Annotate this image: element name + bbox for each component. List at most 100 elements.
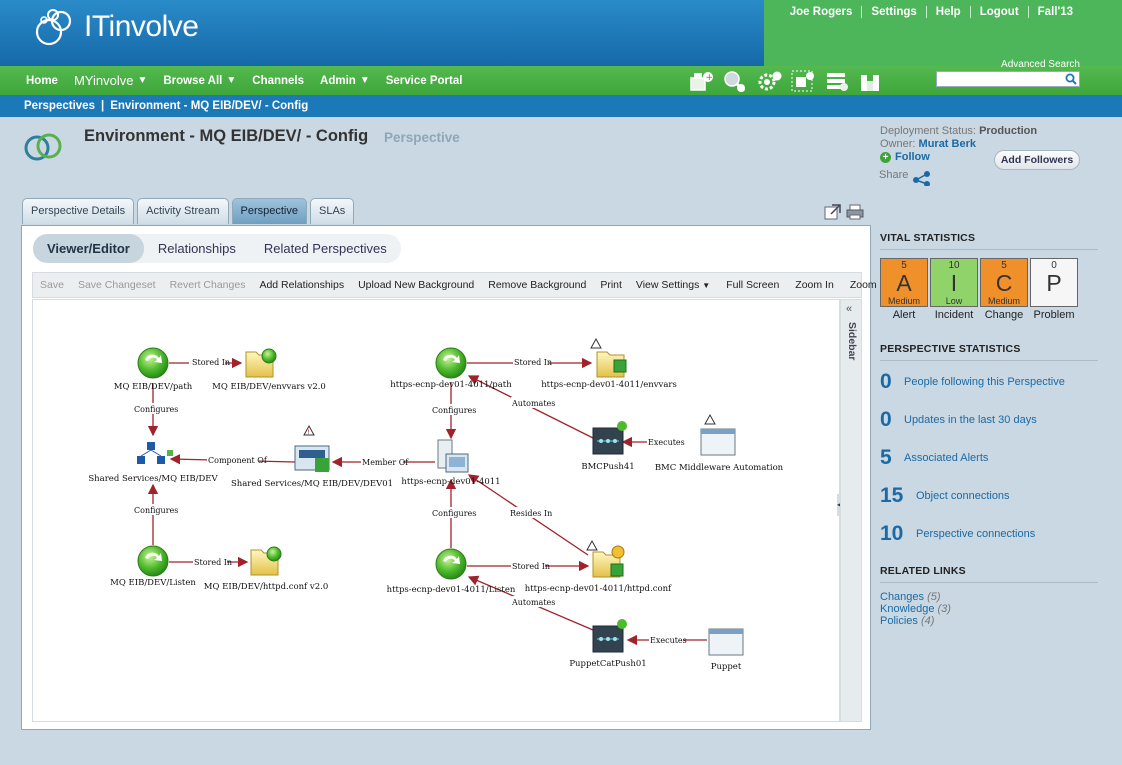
- node-bmc-push[interactable]: BMCPush41: [581, 421, 635, 472]
- help-link[interactable]: Help: [925, 6, 970, 18]
- owner-link[interactable]: Murat Berk: [919, 138, 976, 150]
- add-object-icon[interactable]: +: [688, 68, 714, 93]
- search-input[interactable]: [937, 72, 1061, 86]
- add-followers-button[interactable]: Add Followers: [994, 150, 1080, 170]
- diagram-sidebar-toggle[interactable]: « Sidebar: [840, 299, 862, 722]
- stat-row[interactable]: 10 Perspective connections: [880, 515, 1098, 553]
- vital-letter: A: [896, 270, 912, 296]
- related-link-changes[interactable]: Changes (5): [880, 591, 1098, 603]
- subtab-related-perspectives[interactable]: Related Perspectives: [250, 234, 401, 263]
- node-https-listen[interactable]: https-ecnp-dev01-4011/Listen: [387, 548, 516, 595]
- node-https-envvars[interactable]: https-ecnp-dev01-4011/envvars: [541, 337, 677, 390]
- stat-row[interactable]: 15 Object connections: [880, 477, 1098, 515]
- stat-link[interactable]: People following this Perspective: [904, 376, 1065, 388]
- advanced-search-link[interactable]: Advanced Search: [936, 59, 1080, 70]
- search-icon[interactable]: [1065, 73, 1077, 88]
- add-process-icon[interactable]: [824, 68, 850, 93]
- job-icon: [592, 619, 627, 653]
- nav-admin[interactable]: Admin ▼: [312, 75, 378, 87]
- viewer-subtabs: Viewer/Editor Relationships Related Pers…: [33, 234, 401, 263]
- follow-link[interactable]: + Follow: [880, 151, 930, 163]
- stat-link[interactable]: Associated Alerts: [904, 452, 988, 464]
- upload-background-button[interactable]: Upload New Background: [351, 279, 481, 291]
- vital-incident[interactable]: 10 I Low Incident: [930, 258, 978, 321]
- perspective-icon: [22, 126, 64, 171]
- tab-perspective-details[interactable]: Perspective Details: [22, 198, 135, 224]
- search-objects-icon[interactable]: [722, 68, 748, 93]
- full-screen-button[interactable]: Full Screen: [719, 279, 786, 291]
- nav-service-portal[interactable]: Service Portal: [378, 75, 471, 87]
- breadcrumb-separator: |: [100, 100, 105, 112]
- stat-row[interactable]: 0 People following this Perspective: [880, 363, 1098, 401]
- related-link-policies[interactable]: Policies (4): [880, 615, 1098, 627]
- node-mq-listen[interactable]: MQ EIB/DEV/Listen: [110, 545, 196, 588]
- stat-number: 5: [880, 446, 892, 469]
- related-link-count: (4): [920, 615, 935, 627]
- vital-statistics: 5 A Medium Alert 10 I Low Incident 5 C M…: [880, 258, 1098, 321]
- stat-link[interactable]: Updates in the last 30 days: [904, 414, 1037, 426]
- server-group-icon: !: [294, 424, 330, 472]
- vital-alert[interactable]: 5 A Medium Alert: [880, 258, 928, 321]
- stat-link[interactable]: Object connections: [916, 490, 1010, 502]
- stat-row[interactable]: 0 Updates in the last 30 days: [880, 401, 1098, 439]
- view-settings-dropdown[interactable]: View Settings ▼: [629, 279, 717, 291]
- config-item-icon: [137, 545, 169, 577]
- subtab-relationships[interactable]: Relationships: [144, 234, 250, 263]
- node-mq-path[interactable]: MQ EIB/DEV/path: [114, 347, 193, 392]
- subtab-viewer-editor[interactable]: Viewer/Editor: [33, 234, 144, 263]
- node-label: MQ EIB/DEV/envvars v2.0: [212, 382, 326, 392]
- node-mq-httpd[interactable]: MQ EIB/DEV/httpd.conf v2.0: [204, 546, 328, 592]
- editor-toolbar: Save Save Changeset Revert Changes Add R…: [32, 272, 897, 298]
- tab-slas[interactable]: SLAs: [310, 198, 355, 224]
- stat-row[interactable]: 5 Associated Alerts: [880, 439, 1098, 477]
- settings-link[interactable]: Settings: [861, 6, 925, 18]
- deployment-label: Deployment Status:: [880, 125, 976, 137]
- node-https-server[interactable]: https-ecnp-dev01-4011: [401, 439, 501, 487]
- save-changeset-button[interactable]: Save Changeset: [71, 279, 163, 291]
- node-puppet[interactable]: Puppet: [708, 628, 744, 672]
- release-link[interactable]: Fall'13: [1027, 6, 1082, 18]
- stat-link[interactable]: Perspective connections: [916, 528, 1035, 540]
- add-config-icon[interactable]: [756, 68, 782, 93]
- vital-problem[interactable]: 0 P Problem: [1030, 258, 1078, 321]
- config-item-icon: [137, 347, 169, 379]
- nav-browse-all[interactable]: Browse All ▼: [155, 75, 244, 87]
- node-puppet-push[interactable]: PuppetCatPush01: [569, 619, 647, 669]
- revert-changes-button[interactable]: Revert Changes: [163, 279, 253, 291]
- breadcrumb: Perspectives | Environment - MQ EIB/DEV/…: [0, 95, 1122, 117]
- node-shared-services[interactable]: Shared Services/MQ EIB/DEV: [88, 442, 218, 484]
- add-facility-icon[interactable]: [858, 68, 884, 93]
- tab-perspective[interactable]: Perspective: [231, 198, 307, 224]
- vital-tile: 10 I Low: [930, 258, 978, 307]
- logout-link[interactable]: Logout: [969, 6, 1028, 18]
- nav-channels[interactable]: Channels: [244, 75, 312, 87]
- app-logo[interactable]: ITinvolve: [32, 4, 199, 50]
- export-icon[interactable]: [824, 204, 842, 223]
- save-button[interactable]: Save: [33, 279, 71, 291]
- diagram-canvas[interactable]: Stored In Configures Component Of Member…: [32, 299, 840, 722]
- tab-activity-stream[interactable]: Activity Stream: [137, 198, 229, 224]
- perspective-tabs: Perspective Details Activity Stream Pers…: [22, 198, 355, 224]
- add-relationship-icon[interactable]: [790, 68, 816, 93]
- print-button[interactable]: Print: [593, 279, 629, 291]
- share-icon: [913, 171, 931, 186]
- node-https-path[interactable]: https-ecnp-dev01-4011/path: [390, 347, 512, 390]
- node-mq-envvars[interactable]: MQ EIB/DEV/envvars v2.0: [212, 348, 326, 392]
- nav-home[interactable]: Home: [18, 75, 66, 87]
- user-name-link[interactable]: Joe Rogers: [781, 6, 862, 18]
- diagram-edges: [147, 357, 707, 646]
- print-icon[interactable]: [846, 204, 864, 223]
- breadcrumb-root[interactable]: Perspectives: [24, 100, 95, 112]
- remove-background-button[interactable]: Remove Background: [481, 279, 593, 291]
- add-relationships-button[interactable]: Add Relationships: [252, 279, 351, 291]
- logo-text: ITinvolve: [84, 10, 199, 43]
- stat-number: 0: [880, 408, 892, 431]
- nav-channels-label: Channels: [252, 74, 305, 87]
- nav-myinvolve[interactable]: MYinvolve ▼: [66, 73, 155, 88]
- share-link[interactable]: Share: [879, 164, 932, 186]
- zoom-in-button[interactable]: Zoom In: [788, 279, 841, 291]
- vital-change[interactable]: 5 C Medium Change: [980, 258, 1028, 321]
- related-link-knowledge[interactable]: Knowledge (3): [880, 603, 1098, 615]
- view-settings-label: View Settings: [635, 279, 700, 291]
- node-label: https-ecnp-dev01-4011/httpd.conf: [525, 584, 672, 594]
